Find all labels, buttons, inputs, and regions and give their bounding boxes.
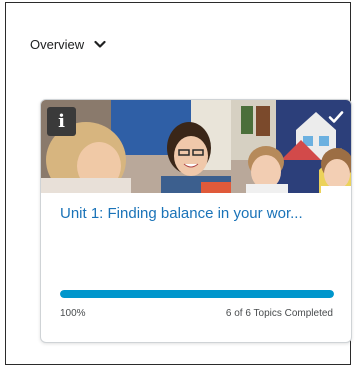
checkmark-icon bbox=[326, 107, 346, 127]
course-widget-panel: Overview i Unit 1: Finding balance in yo… bbox=[5, 2, 352, 365]
overview-label: Overview bbox=[30, 36, 85, 52]
course-title-link[interactable]: Unit 1: Finding balance in your wor... bbox=[60, 206, 342, 221]
chevron-down-icon bbox=[94, 40, 106, 49]
overview-dropdown[interactable]: Overview bbox=[30, 35, 106, 53]
topics-completed-text: 6 of 6 Topics Completed bbox=[225, 308, 333, 319]
course-card[interactable]: i Unit 1: Finding balance in your wor...… bbox=[40, 99, 352, 343]
progress-bar-fill bbox=[60, 290, 334, 298]
progress-bar bbox=[60, 290, 334, 298]
info-icon[interactable]: i bbox=[47, 107, 76, 136]
course-image[interactable]: i bbox=[41, 100, 351, 193]
progress-percent: 100% bbox=[60, 308, 86, 319]
